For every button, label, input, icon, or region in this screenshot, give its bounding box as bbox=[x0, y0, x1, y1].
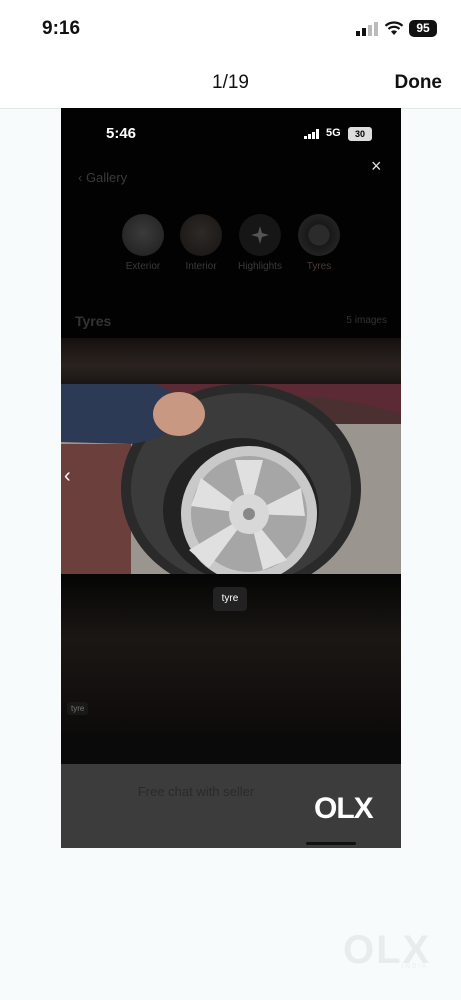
image-count: 5 images bbox=[346, 315, 387, 326]
inner-network-label: 5G bbox=[326, 127, 341, 139]
inner-signal-icon bbox=[304, 129, 319, 139]
tyre-illustration bbox=[61, 384, 401, 574]
image-counter: 1/19 bbox=[212, 72, 249, 93]
sparkle-icon bbox=[239, 214, 281, 256]
status-time: 9:16 bbox=[42, 18, 81, 39]
category-tyres[interactable]: Tyres bbox=[289, 214, 349, 272]
photo-tag: tyre bbox=[213, 587, 247, 611]
done-button[interactable]: Done bbox=[395, 72, 443, 94]
olx-watermark-sub: INDIA bbox=[402, 964, 429, 970]
category-row: Exterior Interior Highlights Tyres bbox=[61, 214, 401, 284]
status-bar: 9:16 95 bbox=[0, 0, 461, 56]
wifi-icon bbox=[384, 21, 404, 35]
section-title: Tyres bbox=[75, 313, 112, 329]
dimmed-photo-strip bbox=[61, 734, 401, 764]
tyre-photo[interactable] bbox=[61, 384, 401, 574]
tyres-thumbnail bbox=[298, 214, 340, 256]
category-interior[interactable]: Interior bbox=[171, 214, 231, 272]
free-chat-button[interactable]: Free chat with seller bbox=[61, 784, 331, 799]
chat-bar[interactable]: Free chat with seller OLX bbox=[61, 764, 401, 848]
battery-indicator: 95 bbox=[409, 20, 437, 37]
exterior-thumbnail bbox=[122, 214, 164, 256]
inner-battery: 30 bbox=[348, 127, 372, 141]
home-indicator bbox=[306, 842, 356, 845]
gallery-screenshot[interactable]: 5:46 5G 30 × ‹ Gallery Exterior Interior… bbox=[61, 108, 401, 848]
close-icon[interactable]: × bbox=[371, 156, 382, 177]
interior-thumbnail bbox=[180, 214, 222, 256]
category-label: Exterior bbox=[125, 261, 161, 272]
category-exterior[interactable]: Exterior bbox=[113, 214, 173, 272]
cellular-signal-icon bbox=[356, 22, 378, 36]
viewer-nav: 1/19 Done bbox=[0, 56, 461, 109]
category-label: Highlights bbox=[238, 261, 282, 272]
photo-tag-small: tyre bbox=[67, 702, 89, 715]
chevron-left-icon[interactable]: ‹ bbox=[64, 465, 71, 488]
category-highlights[interactable]: Highlights bbox=[230, 214, 290, 272]
gallery-back-link[interactable]: ‹ Gallery bbox=[78, 170, 127, 185]
olx-logo: OLX bbox=[314, 792, 374, 825]
category-label: Tyres bbox=[306, 261, 332, 272]
inner-status-time: 5:46 bbox=[106, 125, 137, 142]
category-label: Interior bbox=[185, 261, 217, 272]
dimmed-photo-top bbox=[61, 338, 401, 384]
